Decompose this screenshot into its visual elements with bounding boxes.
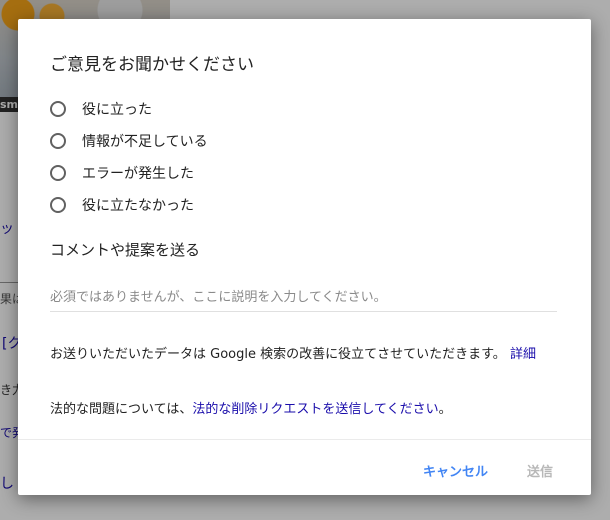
feedback-options: 役に立った 情報が不足している エラーが発生した 役に立たなかった [50, 93, 208, 221]
legal-notice: 法的な問題については、法的な削除リクエストを送信してください。 [50, 398, 452, 417]
legal-removal-request-link[interactable]: 法的な削除リクエストを送信してください [192, 402, 438, 417]
radio-button[interactable] [50, 133, 66, 149]
details-link[interactable]: 詳細 [510, 347, 536, 362]
radio-button[interactable] [50, 165, 66, 181]
comment-heading: コメントや提案を送る [50, 241, 201, 259]
radio-button[interactable] [50, 197, 66, 213]
option-label: エラーが発生した [82, 166, 194, 182]
option-insufficient-info[interactable]: 情報が不足している [50, 125, 208, 157]
option-helpful[interactable]: 役に立った [50, 93, 208, 125]
legal-suffix-text: 。 [438, 402, 452, 417]
feedback-dialog: ご意見をお聞かせください 役に立った 情報が不足している エラーが発生した 役に… [18, 19, 591, 495]
data-usage-notice: お送りいただいたデータは Google 検索の改善に役立てさせていただきます。 … [50, 344, 560, 365]
cancel-button[interactable]: キャンセル [417, 457, 494, 484]
legal-prefix-text: 法的な問題については、 [50, 402, 193, 417]
option-not-helpful[interactable]: 役に立たなかった [50, 189, 208, 221]
footer-divider [18, 439, 591, 440]
option-label: 役に立たなかった [82, 198, 194, 214]
submit-button[interactable]: 送信 [521, 457, 559, 484]
radio-button[interactable] [50, 101, 66, 117]
dialog-title: ご意見をお聞かせください [50, 55, 254, 75]
option-label: 役に立った [82, 102, 152, 118]
data-usage-text: お送りいただいたデータは Google 検索の改善に役立てさせていただきます。 [50, 347, 506, 362]
option-label: 情報が不足している [82, 134, 208, 150]
option-error-occurred[interactable]: エラーが発生した [50, 157, 208, 189]
comment-input[interactable] [50, 283, 557, 312]
